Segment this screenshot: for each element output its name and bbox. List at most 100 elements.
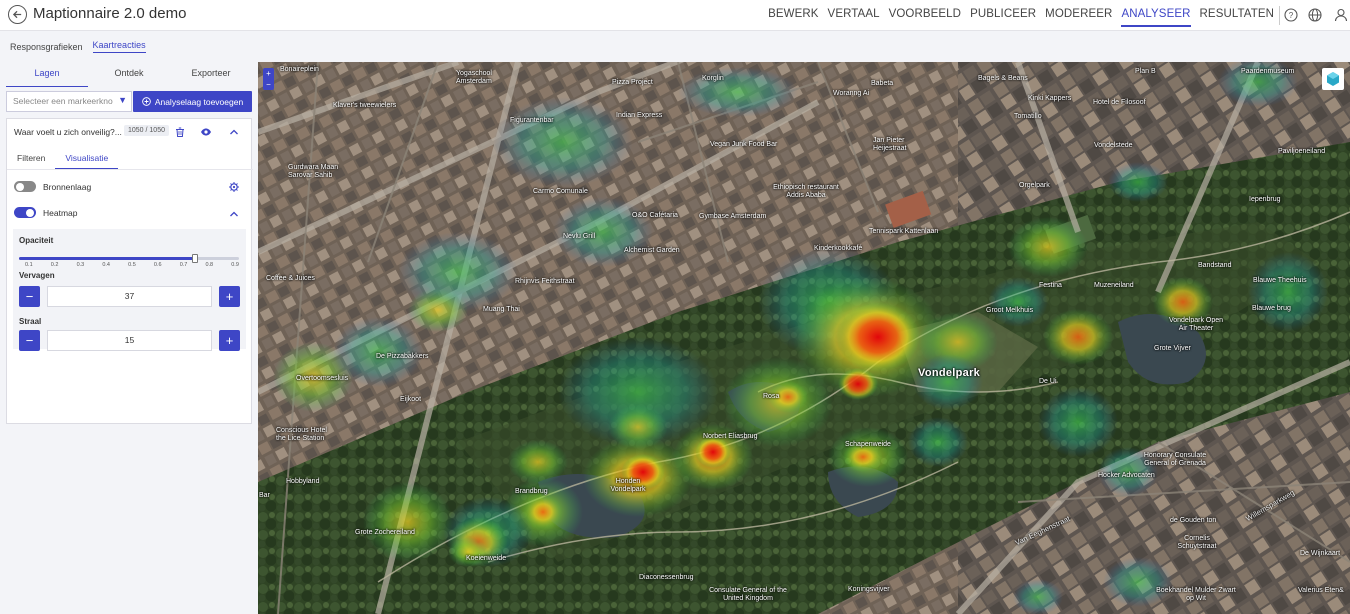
opacity-tick: 0.4 — [102, 262, 110, 268]
tab-filteren[interactable]: Filteren — [7, 149, 55, 169]
tab-lagen[interactable]: Lagen — [6, 63, 88, 87]
map-label: De Wijnkaart — [1300, 550, 1341, 557]
map-label: Koningsvijver — [848, 586, 890, 593]
globe-icon[interactable] — [1308, 8, 1322, 22]
radius-label: Straal — [19, 317, 42, 326]
tab-kaartreacties[interactable]: Kaartreacties — [92, 40, 146, 53]
opacity-tick: 0.6 — [153, 262, 162, 268]
map-label: Muang Thai — [483, 306, 520, 313]
map-label: Conscious Hotel the Lice Station — [276, 427, 327, 442]
map-label: Grote Zochereiland — [355, 529, 415, 536]
map-label: Vondelstede — [1094, 142, 1133, 149]
marker-select-placeholder: Selecteer een markeerkno — [13, 96, 113, 106]
map-label: Tennispark Kattenlaan — [869, 228, 939, 235]
tab-responsgrafieken[interactable]: Responsgrafieken — [10, 42, 83, 52]
map-label: Rhijnvis Feithstraat — [515, 278, 575, 285]
map-label: Hotel de Filosoof — [1093, 99, 1146, 106]
map-label: Schapenweide — [845, 441, 891, 448]
opacity-tick: 0.1 — [25, 262, 33, 268]
map-label: Jan Pieter Heijestraat — [873, 137, 907, 152]
tab-ontdek[interactable]: Ontdek — [88, 63, 170, 87]
blur-decrease-button[interactable]: − — [19, 286, 40, 307]
analysis-panel: Lagen Ontdek Exporteer Selecteer een mar… — [0, 62, 258, 614]
zoom-out-button[interactable]: − — [263, 79, 274, 90]
opacity-label: Opaciteit — [19, 236, 54, 245]
nav-divider — [1279, 6, 1280, 25]
map-label: Koeienweide — [466, 555, 507, 562]
add-analysis-layer-button[interactable]: Analyselaag toevoegen — [133, 91, 252, 112]
map-label: Brandbrug — [515, 488, 548, 495]
map-label: De Pizzabakkers — [376, 353, 429, 360]
satellite-map-base — [258, 62, 1350, 614]
map-label: De Ui — [1039, 378, 1057, 385]
chevron-up-icon[interactable] — [228, 126, 240, 138]
opacity-tick: 0.5 — [128, 262, 136, 268]
layer-header: Waar voelt u zich onveilig?... 1050 / 10… — [7, 119, 253, 144]
map-label: Hobbyland — [286, 478, 320, 485]
nav-bewerk[interactable]: BEWERK — [768, 8, 818, 27]
layers-icon — [1327, 72, 1339, 86]
map-label: Overtoomsesluis — [296, 375, 349, 382]
settings-gear-icon[interactable] — [228, 181, 240, 193]
radius-increase-button[interactable]: + — [219, 330, 240, 351]
tab-exporteer[interactable]: Exporteer — [170, 63, 252, 87]
nav-modereer[interactable]: MODEREER — [1045, 8, 1112, 27]
back-arrow-icon[interactable] — [8, 5, 27, 24]
radius-value-field[interactable]: 15 — [47, 330, 212, 351]
layer-card-tabs: Filteren Visualisatie — [7, 149, 253, 170]
eye-icon[interactable] — [200, 126, 212, 138]
trash-icon[interactable] — [174, 126, 186, 138]
heatmap-label: Heatmap — [43, 208, 78, 218]
help-icon[interactable]: ? — [1284, 8, 1298, 22]
map-label: Vegan Junk Food Bar — [710, 141, 778, 148]
map-label: Coffee & Juices — [266, 275, 315, 282]
map-label: Paardenmuseum — [1241, 68, 1295, 75]
zoom-in-button[interactable]: + — [263, 68, 274, 79]
blur-increase-button[interactable]: + — [219, 286, 240, 307]
map-label: Nevlu Grill — [563, 233, 596, 240]
map-label: Bandstand — [1198, 262, 1232, 269]
user-icon[interactable] — [1334, 8, 1348, 22]
opacity-slider[interactable] — [19, 254, 239, 263]
radius-decrease-button[interactable]: − — [19, 330, 40, 351]
map-layers-button[interactable] — [1322, 68, 1344, 90]
map-label: Groot Melkhuis — [986, 307, 1034, 314]
map-label-vondelpark: Vondelpark — [918, 367, 981, 379]
map-label: de Gouden ton — [1170, 517, 1217, 524]
blur-label: Vervagen — [19, 271, 55, 280]
map-label: Indian Express — [616, 112, 663, 119]
nav-vertaal[interactable]: VERTAAL — [828, 8, 880, 27]
nav-analyseer[interactable]: ANALYSEER — [1121, 8, 1191, 27]
map-label: Hocker Advocaten — [1098, 472, 1155, 479]
map-label: Consulate General of the United Kingdom — [709, 587, 787, 602]
map-label: Blauwe Theehuis — [1253, 277, 1307, 284]
map-label: Kinki Kappers — [1028, 95, 1072, 102]
marker-select[interactable]: Selecteer een markeerkno ▼ — [6, 91, 132, 112]
chevron-up-icon[interactable] — [228, 208, 240, 220]
chevron-down-icon: ▼ — [118, 95, 127, 105]
nav-publiceer[interactable]: PUBLICEER — [970, 8, 1036, 27]
map-label: Bagels & Beans — [978, 75, 1028, 82]
map-label: Rosa — [763, 393, 780, 400]
map-label: Honorary Consulate General of Grenada — [1143, 452, 1207, 467]
nav-voorbeeld[interactable]: VOORBEELD — [889, 8, 961, 27]
map-label: Kinderkookkafé — [814, 245, 863, 252]
opacity-ticks: 0.1 0.2 0.3 0.4 0.5 0.6 0.7 0.8 0.9 — [25, 262, 239, 268]
add-analysis-layer-label: Analyselaag toevoegen — [154, 96, 244, 107]
heatmap-map[interactable]: + − Vondelpark Bonaireplein Yogaschool A… — [258, 62, 1350, 614]
map-label: Korglin — [702, 75, 724, 82]
response-count-badge: 1050 / 1050 — [124, 125, 169, 136]
map-label: Figurantenbar — [510, 117, 554, 124]
bronnenlaag-toggle[interactable] — [14, 181, 36, 192]
map-label: Honden Vondelpark — [610, 478, 646, 493]
opacity-tick: 0.8 — [205, 262, 214, 268]
map-label: Grote Vijver — [1154, 345, 1191, 352]
map-label: Festina — [1039, 282, 1062, 289]
map-label: Alchemist Garden — [624, 247, 680, 254]
nav-resultaten[interactable]: RESULTATEN — [1200, 8, 1274, 27]
map-label: Orgelpark — [1019, 182, 1050, 189]
top-bar: Maptionnaire 2.0 demo BEWERK VERTAAL VOO… — [0, 0, 1350, 31]
blur-value-field[interactable]: 37 — [47, 286, 212, 307]
tab-visualisatie[interactable]: Visualisatie — [55, 149, 119, 169]
heatmap-toggle[interactable] — [14, 207, 36, 218]
